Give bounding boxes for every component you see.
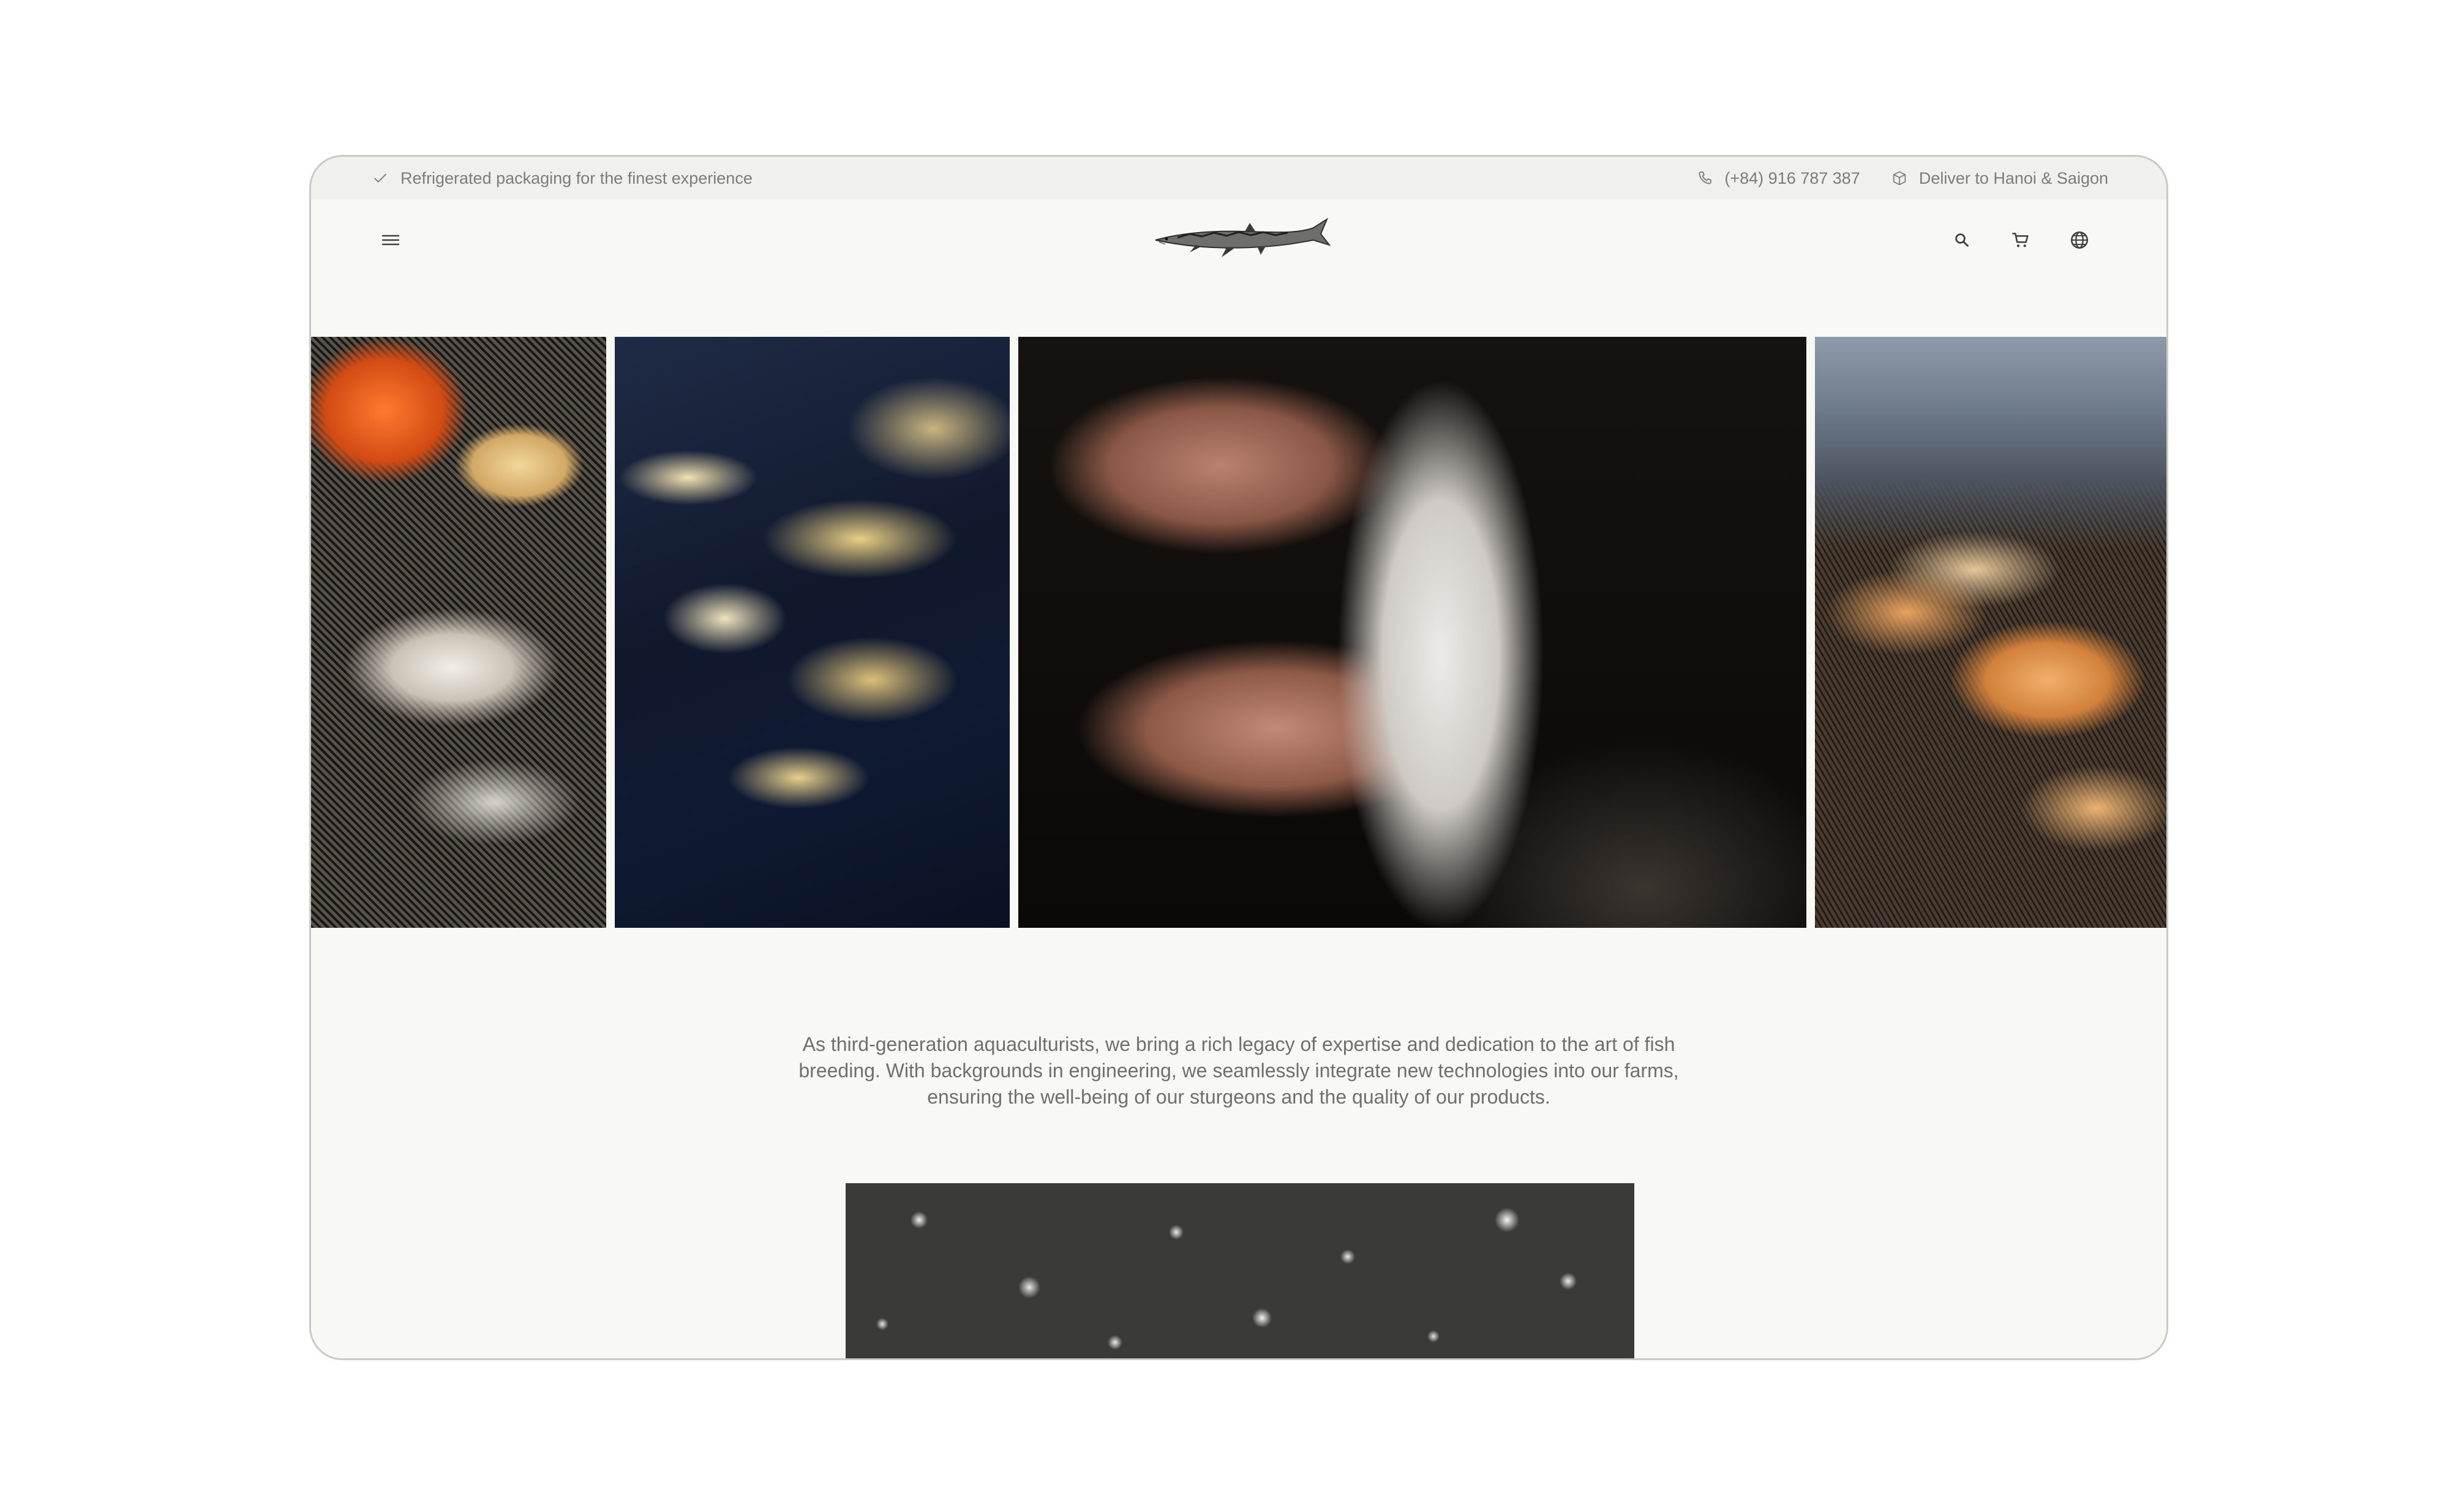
search-icon bbox=[1953, 231, 1971, 249]
browser-frame: Refrigerated packaging for the finest ex… bbox=[309, 155, 2168, 1360]
video-preview[interactable] bbox=[846, 1183, 1634, 1358]
phone-text: (+84) 916 787 387 bbox=[1724, 168, 1860, 187]
intro-paragraph: As third-generation aquaculturists, we b… bbox=[798, 1033, 1679, 1108]
announcement-bar: Refrigerated packaging for the finest ex… bbox=[311, 157, 2166, 200]
menu-icon bbox=[381, 233, 400, 247]
site-header bbox=[311, 200, 2166, 279]
package-icon bbox=[1891, 170, 1908, 187]
photo-gallery bbox=[311, 337, 2166, 928]
hands-holding-sturgeon-photo bbox=[1018, 337, 1806, 928]
delivery-info[interactable]: Deliver to Hanoi & Saigon bbox=[1891, 169, 2108, 188]
cart-icon bbox=[2011, 230, 2030, 250]
cart-button[interactable] bbox=[2006, 225, 2035, 255]
language-button[interactable] bbox=[2065, 225, 2094, 255]
sturgeon-handling-net-photo bbox=[311, 337, 606, 928]
delivery-text: Deliver to Hanoi & Saigon bbox=[1918, 168, 2108, 187]
sturgeon-farm-pond-photo bbox=[1815, 337, 2166, 928]
search-button[interactable] bbox=[1947, 225, 1977, 255]
sturgeon-school-water-photo bbox=[615, 337, 1010, 928]
sturgeon-logo[interactable] bbox=[1153, 216, 1331, 265]
notice-item: Refrigerated packaging for the finest ex… bbox=[372, 157, 753, 200]
check-icon bbox=[372, 170, 388, 186]
notice-text: Refrigerated packaging for the finest ex… bbox=[400, 168, 753, 187]
globe-icon bbox=[2069, 230, 2090, 250]
phone-link[interactable]: (+84) 916 787 387 bbox=[1696, 169, 1860, 188]
phone-icon bbox=[1696, 170, 1713, 187]
menu-button[interactable] bbox=[378, 229, 403, 251]
